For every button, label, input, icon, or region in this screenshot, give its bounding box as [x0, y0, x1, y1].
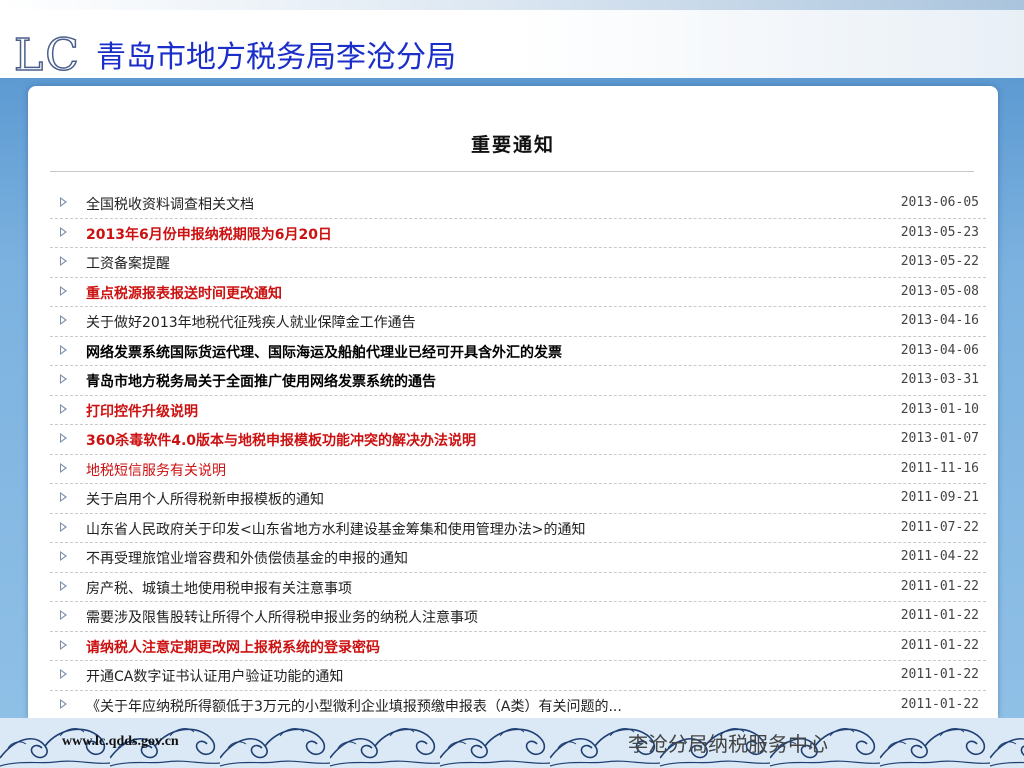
org-title: 青岛市地方税务局李沧分局 — [96, 40, 456, 75]
notice-row[interactable]: 需要涉及限售股转让所得个人所得税申报业务的纳税人注意事项 2011-01-22 — [50, 602, 986, 632]
notice-date: 2013-05-08 — [900, 283, 979, 299]
notice-link[interactable]: 关于启用个人所得税新申报模板的通知 — [86, 489, 324, 509]
triangle-arrow-right-icon — [60, 433, 67, 443]
notice-row[interactable]: 关于启用个人所得税新申报模板的通知 2011-09-21 — [50, 484, 986, 514]
notice-link[interactable]: 请纳税人注意定期更改网上报税系统的登录密码 — [86, 637, 380, 657]
triangle-arrow-right-icon — [60, 521, 67, 532]
notice-link[interactable]: 网络发票系统国际货运代理、国际海运及船舶代理业已经可开具含外汇的发票 — [86, 342, 562, 362]
footer: www.lc.qdds.gov.cn 李沧分局纳税服务中心 — [0, 718, 1024, 768]
triangle-arrow-right-icon — [60, 226, 67, 237]
notice-row[interactable]: 不再受理旅馆业增容费和外债偿债基金的申报的通知 2011-04-22 — [50, 543, 986, 573]
notice-link[interactable]: 房产税、城镇土地使用税申报有关注意事项 — [86, 578, 352, 598]
notice-date: 2013-04-06 — [900, 342, 979, 358]
notice-date: 2011-01-22 — [900, 637, 979, 653]
triangle-arrow-right-icon — [60, 315, 67, 325]
notice-row[interactable]: 360杀毒软件4.0版本与地税申报模板功能冲突的解决办法说明 2013-01-07 — [50, 425, 986, 455]
triangle-arrow-right-icon — [60, 256, 67, 266]
lc-logo: LC — [13, 29, 81, 82]
notice-row[interactable]: 重点税源报表报送时间更改通知 2013-05-08 — [50, 278, 986, 307]
notice-row[interactable]: 关于做好2013年地税代征残疾人就业保障金工作通告 2013-04-16 — [50, 307, 986, 337]
notice-date: 2013-04-16 — [900, 313, 979, 328]
notice-row[interactable]: 请纳税人注意定期更改网上报税系统的登录密码 2011-01-22 — [50, 632, 986, 661]
notice-row[interactable]: 《关于年应纳税所得额低于3万元的小型微利企业填报预缴申报表（A类）有关问题的..… — [50, 691, 986, 719]
notice-date: 2013-01-10 — [900, 401, 979, 417]
notice-date: 2011-01-22 — [900, 696, 979, 712]
triangle-arrow-right-icon — [60, 285, 67, 296]
triangle-arrow-right-icon — [60, 698, 67, 709]
footer-url-link[interactable]: www.lc.qdds.gov.cn — [62, 734, 179, 750]
notice-link[interactable]: 360杀毒软件4.0版本与地税申报模板功能冲突的解决办法说明 — [86, 430, 476, 450]
triangle-arrow-right-icon — [60, 669, 67, 679]
notice-link[interactable]: 开通CA数字证书认证用户验证功能的通知 — [86, 666, 343, 686]
notice-row[interactable]: 网络发票系统国际货运代理、国际海运及船舶代理业已经可开具含外汇的发票 2013-0… — [50, 337, 986, 366]
notice-link[interactable]: 地税短信服务有关说明 — [86, 460, 226, 480]
notice-date: 2011-04-22 — [900, 549, 979, 564]
notice-date: 2011-01-22 — [900, 608, 979, 623]
header-gradient — [512, 10, 1024, 88]
notice-list: 全国税收资料调查相关文档 2013-06-05 2013年6月份申报纳税期限为6月2… — [50, 189, 986, 718]
notice-date: 2013-06-05 — [900, 195, 979, 210]
notice-link[interactable]: 工资备案提醒 — [86, 253, 170, 273]
notice-date: 2011-01-22 — [900, 667, 979, 682]
notice-panel: 重要通知 全国税收资料调查相关文档 2013-06-05 2013年6月份申报纳税期… — [28, 86, 998, 718]
notice-link[interactable]: 2013年6月份申报纳税期限为6月20日 — [86, 224, 332, 244]
notice-row[interactable]: 工资备案提醒 2013-05-22 — [50, 248, 986, 278]
panel-title: 重要通知 — [470, 134, 555, 156]
top-gradient-stripe — [0, 0, 1024, 10]
notice-link[interactable]: 重点税源报表报送时间更改通知 — [86, 283, 282, 303]
notice-link[interactable]: 关于做好2013年地税代征残疾人就业保障金工作通告 — [86, 312, 416, 332]
notice-date: 2013-05-22 — [900, 254, 979, 269]
triangle-arrow-right-icon — [60, 403, 67, 414]
notice-link[interactable]: 不再受理旅馆业增容费和外债偿债基金的申报的通知 — [86, 548, 408, 568]
triangle-arrow-right-icon — [60, 580, 67, 591]
triangle-arrow-right-icon — [60, 197, 67, 207]
notice-row[interactable]: 2013年6月份申报纳税期限为6月20日 2013-05-23 — [50, 219, 986, 248]
triangle-arrow-right-icon — [60, 639, 67, 650]
triangle-arrow-right-icon — [60, 344, 67, 355]
triangle-arrow-right-icon — [60, 610, 67, 620]
notice-link[interactable]: 全国税收资料调查相关文档 — [86, 194, 254, 214]
notice-row[interactable]: 山东省人民政府关于印发<山东省地方水利建设基金筹集和使用管理办法>的通知 2011… — [50, 514, 986, 543]
notice-link[interactable]: 打印控件升级说明 — [86, 401, 198, 421]
triangle-arrow-right-icon — [60, 374, 67, 384]
triangle-arrow-right-icon — [60, 551, 67, 561]
title-divider — [50, 171, 974, 172]
notice-row[interactable]: 房产税、城镇土地使用税申报有关注意事项 2011-01-22 — [50, 573, 986, 602]
notice-row[interactable]: 青岛市地方税务局关于全面推广使用网络发票系统的通告 2013-03-31 — [50, 366, 986, 396]
header-bar: LC 青岛市地方税务局李沧分局 — [0, 10, 1024, 88]
notice-row[interactable]: 地税短信服务有关说明 2011-11-16 — [50, 455, 986, 484]
notice-row[interactable]: 开通CA数字证书认证用户验证功能的通知 2011-01-22 — [50, 661, 986, 691]
notice-link[interactable]: 山东省人民政府关于印发<山东省地方水利建设基金筹集和使用管理办法>的通知 — [86, 519, 585, 539]
notice-link[interactable]: 《关于年应纳税所得额低于3万元的小型微利企业填报预缴申报表（A类）有关问题的..… — [86, 696, 622, 716]
footer-service-center: 李沧分局纳税服务中心 — [628, 732, 828, 756]
notice-date: 2013-01-07 — [900, 431, 979, 446]
notice-date: 2013-05-23 — [900, 224, 979, 240]
notice-date: 2011-09-21 — [900, 490, 979, 505]
notice-date: 2011-11-16 — [900, 460, 979, 476]
triangle-arrow-right-icon — [60, 492, 67, 502]
triangle-arrow-right-icon — [60, 462, 67, 473]
notice-date: 2013-03-31 — [900, 372, 979, 387]
notice-link[interactable]: 需要涉及限售股转让所得个人所得税申报业务的纳税人注意事项 — [86, 607, 478, 627]
notice-row[interactable]: 全国税收资料调查相关文档 2013-06-05 — [50, 189, 986, 219]
notice-link[interactable]: 青岛市地方税务局关于全面推广使用网络发票系统的通告 — [86, 371, 436, 391]
notice-row[interactable]: 打印控件升级说明 2013-01-10 — [50, 396, 986, 425]
notice-date: 2011-01-22 — [900, 578, 979, 594]
notice-date: 2011-07-22 — [900, 519, 979, 535]
